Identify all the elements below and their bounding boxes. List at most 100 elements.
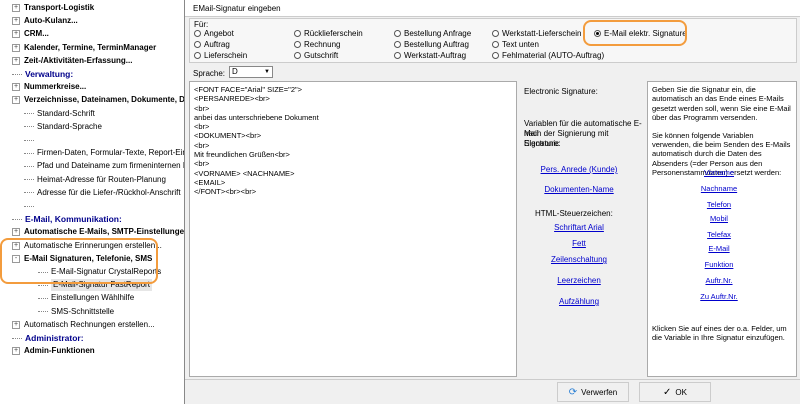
radio-label: Werkstatt-Auftrag	[404, 51, 467, 60]
radio-button-icon[interactable]	[294, 41, 301, 48]
radio-option[interactable]: Rechnung	[294, 40, 340, 49]
signature-editor[interactable]: <FONT FACE="Arial" SIZE="2"> <PERSANREDE>…	[189, 81, 517, 377]
radio-button-icon[interactable]	[394, 30, 401, 37]
tree-item-label: SMS-Schnittstelle	[51, 306, 115, 316]
expand-icon[interactable]: +	[12, 17, 20, 26]
radio-button-icon[interactable]	[492, 52, 499, 59]
radio-option[interactable]: Angebot	[194, 29, 234, 38]
tree-item[interactable]: + Admin-Funktionen	[12, 345, 95, 357]
html-tag-link[interactable]: Zeilenschaltung	[519, 255, 639, 264]
radio-button-icon[interactable]	[294, 52, 301, 59]
radio-button-icon[interactable]	[194, 52, 201, 59]
vars-title: Electronic Signature:	[524, 87, 598, 96]
tree-item[interactable]: Adresse für die Liefer-/Rückhol-Anschrif…	[24, 187, 181, 199]
radio-option[interactable]: Bestellung Anfrage	[394, 29, 471, 38]
tree-item-label: Heimat-Adresse für Routen-Planung	[37, 174, 166, 184]
editor-line: <br>	[194, 122, 210, 132]
chevron-down-icon[interactable]: ▼	[263, 68, 271, 76]
sender-variable-link[interactable]: Zu Auftr.Nr.	[648, 292, 790, 301]
radio-option[interactable]: Lieferschein	[194, 51, 247, 60]
tree-item[interactable]: SMS-Schnittstelle	[38, 306, 114, 318]
sender-variable-link[interactable]: Funktion	[648, 260, 790, 269]
variables-panel: Electronic Signature: Variablen für die …	[519, 81, 645, 377]
radio-option[interactable]: Fehlmaterial (AUTO-Auftrag)	[492, 51, 604, 60]
sender-variable-link[interactable]: Mobil	[648, 214, 790, 223]
html-tag-link[interactable]: Leerzeichen	[519, 276, 639, 285]
sender-variable-link[interactable]: Telefon	[648, 200, 790, 209]
html-tag-link[interactable]: Schriftart Arial	[519, 223, 639, 232]
tree-item[interactable]: Heimat-Adresse für Routen-Planung	[24, 174, 166, 186]
expand-icon[interactable]: +	[12, 4, 20, 12]
expand-icon[interactable]: +	[12, 228, 20, 237]
tree-item[interactable]: Firmen-Daten, Formular-Texte, Report-Ein…	[24, 147, 198, 159]
editor-line: <br>	[194, 103, 210, 113]
radio-button-icon[interactable]	[394, 52, 401, 59]
sender-variable-link[interactable]: Auftr.Nr.	[648, 276, 790, 285]
tree-item[interactable]: + Auto-Kulanz...	[12, 15, 78, 27]
tree-connector	[24, 152, 34, 154]
radio-label: Gutschrift	[304, 51, 339, 60]
html-tag-link[interactable]: Aufzählung	[519, 297, 639, 306]
sender-variable-link[interactable]: Nachname	[648, 184, 790, 193]
tree-item[interactable]: Verwaltung:	[12, 68, 73, 80]
radio-button-icon[interactable]	[394, 41, 401, 48]
html-tag-link[interactable]: Fett	[519, 239, 639, 248]
tree-item[interactable]: Standard-Schrift	[24, 108, 95, 120]
radio-option[interactable]: Bestellung Auftrag	[394, 40, 469, 49]
tree-connector	[38, 311, 48, 313]
expand-icon[interactable]: +	[12, 30, 20, 39]
tree-connector	[12, 218, 22, 220]
variable-link[interactable]: Dokumenten-Name	[519, 185, 639, 194]
variable-link[interactable]: Pers. Anrede (Kunde)	[519, 165, 639, 174]
tree-item[interactable]: Administrator:	[12, 332, 84, 344]
tree-item[interactable]: Pfad und Dateiname zum firmeninternen Be…	[24, 160, 199, 172]
radio-label: Rechnung	[304, 40, 341, 49]
radio-button-icon[interactable]	[492, 30, 499, 37]
expand-icon[interactable]: +	[12, 83, 20, 92]
ok-label: OK	[675, 387, 687, 397]
tree-item[interactable]: E-Mail, Kommunikation:	[12, 213, 122, 225]
radio-label: Fehlmaterial (AUTO-Auftrag)	[502, 51, 605, 60]
radio-button-icon[interactable]	[492, 41, 499, 48]
sender-variable-link[interactable]: E-Mail	[648, 244, 790, 253]
tree-item[interactable]: + Verzeichnisse, Dateinamen, Dokumente, D	[12, 94, 185, 106]
tree-item[interactable]	[24, 134, 37, 146]
radio-button-icon[interactable]	[294, 30, 301, 37]
tree-item[interactable]: + Transport-Logistik	[12, 2, 94, 14]
sprache-select[interactable]: D ▼	[229, 66, 273, 78]
radio-option[interactable]: Werkstatt-Auftrag	[394, 51, 466, 60]
tree-item-label: Administrator:	[25, 333, 84, 343]
expand-icon[interactable]: +	[12, 56, 20, 65]
tree-item-label: Kalender, Termine, TerminManager	[24, 42, 157, 52]
expand-icon[interactable]: +	[12, 347, 20, 356]
tree-item[interactable]: + Kalender, Termine, TerminManager	[12, 42, 156, 54]
radio-option[interactable]: Text unten	[492, 40, 539, 49]
expand-icon[interactable]: +	[12, 43, 20, 52]
tree-item[interactable]: + CRM...	[12, 28, 49, 40]
radio-option[interactable]: Werkstatt-Lieferschein	[492, 29, 581, 38]
discard-button[interactable]: ⟳ Verwerfen	[557, 382, 629, 402]
tree-item[interactable]: + Nummerkreise...	[12, 81, 86, 93]
radio-button-icon[interactable]	[194, 30, 201, 37]
radio-option[interactable]: Rücklieferschein	[294, 29, 363, 38]
radio-option[interactable]: Auftrag	[194, 40, 230, 49]
radio-label: Auftrag	[204, 40, 230, 49]
radio-option[interactable]: Gutschrift	[294, 51, 338, 60]
sender-variable-link[interactable]: Vorname	[648, 168, 790, 177]
tree-item[interactable]: + Zeit-/Aktivitäten-Erfassung...	[12, 55, 132, 67]
tree-item[interactable]: Standard-Sprache	[24, 121, 102, 133]
highlight-annotation-tree	[0, 238, 158, 284]
tree-item[interactable]	[24, 200, 37, 212]
sender-variable-link[interactable]: Telefax	[648, 230, 790, 239]
tree-item[interactable]: + Automatische E-Mails, SMTP-Einstellunge…	[12, 226, 187, 238]
tree-connector	[24, 139, 34, 141]
radio-button-icon[interactable]	[194, 41, 201, 48]
highlight-annotation-signature	[583, 20, 687, 46]
html-tags-label: HTML-Steuerzeichen:	[535, 209, 613, 218]
tree-item[interactable]: Einstellungen Wählhilfe	[38, 292, 134, 304]
expand-icon[interactable]: +	[12, 320, 20, 329]
expand-icon[interactable]: +	[12, 96, 20, 105]
tree-item-label: Firmen-Daten, Formular-Texte, Report-Ein…	[37, 148, 198, 158]
tree-item[interactable]: + Automatisch Rechnungen erstellen...	[12, 319, 155, 331]
ok-button[interactable]: ✓ OK	[639, 382, 711, 402]
